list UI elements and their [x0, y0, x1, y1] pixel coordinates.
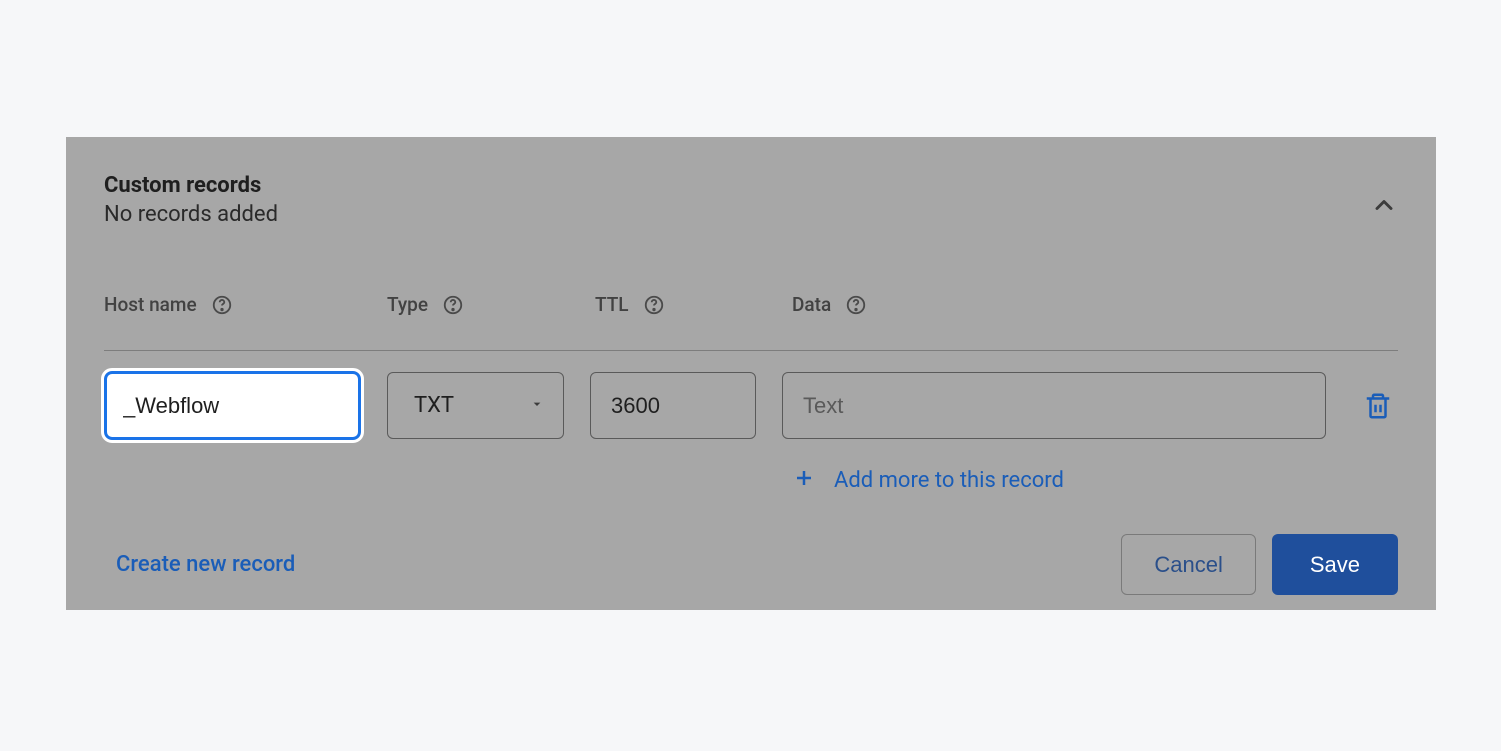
- create-new-record-button[interactable]: Create new record: [116, 552, 295, 577]
- column-header-hostname: Host name: [104, 293, 387, 316]
- panel-header: Custom records No records added: [104, 173, 1398, 227]
- help-icon[interactable]: [845, 294, 867, 316]
- divider: [104, 350, 1398, 351]
- data-input[interactable]: [782, 372, 1326, 439]
- record-row: TXT: [104, 371, 1398, 440]
- help-icon[interactable]: [211, 294, 233, 316]
- column-header-type: Type: [387, 293, 595, 316]
- panel-subtitle: No records added: [104, 202, 278, 227]
- column-label: TTL: [595, 293, 629, 316]
- column-label: Host name: [104, 293, 197, 316]
- type-select-value: TXT: [414, 393, 454, 418]
- add-more-button[interactable]: Add more to this record: [792, 466, 1398, 494]
- plus-icon: [792, 466, 816, 494]
- custom-records-panel: Custom records No records added Host nam…: [66, 137, 1436, 610]
- add-more-label: Add more to this record: [834, 468, 1064, 493]
- column-label: Data: [792, 293, 831, 316]
- type-select[interactable]: TXT: [387, 372, 564, 439]
- footer-buttons: Cancel Save: [1121, 534, 1398, 595]
- hostname-input[interactable]: [104, 371, 361, 440]
- panel-titles: Custom records No records added: [104, 173, 278, 227]
- column-headers: Host name Type TTL Data: [104, 293, 1398, 316]
- ttl-input[interactable]: [590, 372, 756, 439]
- footer-row: Create new record Cancel Save: [104, 534, 1398, 595]
- column-header-ttl: TTL: [595, 293, 792, 316]
- panel-title: Custom records: [104, 173, 278, 198]
- help-icon[interactable]: [442, 294, 464, 316]
- column-header-data: Data: [792, 293, 1398, 316]
- dropdown-icon: [529, 396, 545, 416]
- cancel-button[interactable]: Cancel: [1121, 534, 1255, 595]
- chevron-up-icon[interactable]: [1370, 191, 1398, 223]
- help-icon[interactable]: [643, 294, 665, 316]
- save-button[interactable]: Save: [1272, 534, 1398, 595]
- column-label: Type: [387, 293, 428, 316]
- delete-icon[interactable]: [1358, 391, 1398, 421]
